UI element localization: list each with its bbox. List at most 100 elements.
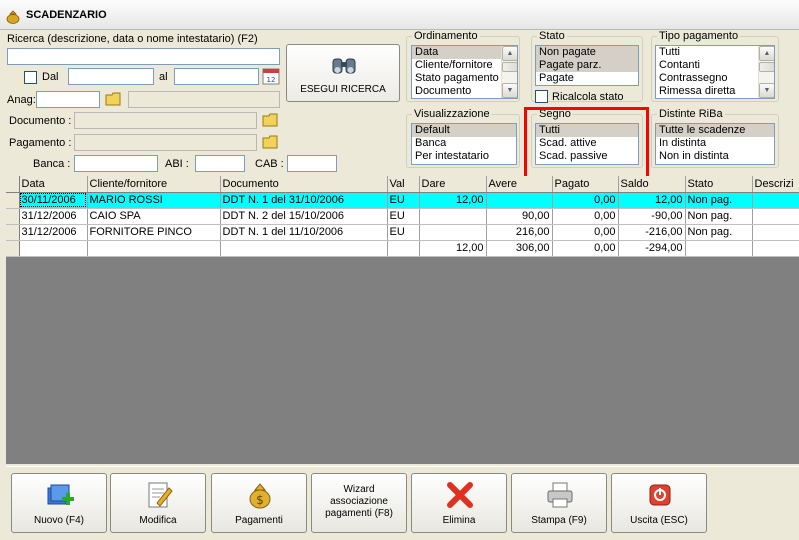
scroll-down-icon[interactable]: ▼ xyxy=(502,83,517,98)
scroll-up-icon[interactable]: ▲ xyxy=(502,46,517,61)
banca-input[interactable] xyxy=(74,155,158,172)
from-date-input[interactable] xyxy=(68,68,154,85)
date-range-checkbox[interactable] xyxy=(24,71,37,84)
search-input[interactable] xyxy=(7,48,280,65)
ordinamento-listbox[interactable]: Data Cliente/fornitore Stato pagamento D… xyxy=(411,45,518,99)
folder-icon[interactable] xyxy=(262,111,280,129)
abi-input[interactable] xyxy=(195,155,245,172)
column-header[interactable]: Stato xyxy=(685,176,753,193)
scroll-down-icon[interactable]: ▼ xyxy=(759,83,774,98)
modifica-button[interactable]: Modifica xyxy=(110,473,206,533)
row-indicator[interactable] xyxy=(6,208,20,225)
to-date-input[interactable] xyxy=(174,68,259,85)
column-header[interactable]: Val xyxy=(387,176,420,193)
stato-item[interactable]: Non pagate xyxy=(536,46,638,59)
cell-saldo[interactable]: -90,00 xyxy=(618,208,686,225)
scroll-thumb[interactable] xyxy=(759,62,774,72)
cell-valuta[interactable]: EU xyxy=(387,192,420,209)
distinte-riba-item[interactable]: Tutte le scadenze xyxy=(656,124,774,137)
cell-stato[interactable]: Non pag. xyxy=(685,224,753,241)
scroll-up-icon[interactable]: ▲ xyxy=(759,46,774,61)
cell-data[interactable]: 30/11/2006 xyxy=(19,192,88,209)
wizard-pagamenti-button[interactable]: Wizard associazione pagamenti (F8) xyxy=(311,473,407,533)
cell-pagato[interactable]: 0,00 xyxy=(552,192,619,209)
uscita-button[interactable]: Uscita (ESC) xyxy=(611,473,707,533)
cell-data[interactable]: 31/12/2006 xyxy=(19,208,88,225)
cell-avere[interactable]: 90,00 xyxy=(486,208,553,225)
cell-descrizione[interactable] xyxy=(752,208,799,225)
cell-avere[interactable]: 216,00 xyxy=(486,224,553,241)
ricalcola-stato-checkbox[interactable] xyxy=(535,90,548,103)
column-header[interactable]: Descrizi xyxy=(752,176,799,193)
stato-item[interactable]: Pagate xyxy=(536,72,638,85)
stato-item[interactable]: Pagate parz. xyxy=(536,59,638,72)
scadenze-grid[interactable]: Data Cliente/fornitore Documento Val Dar… xyxy=(6,176,799,464)
cell-documento[interactable]: DDT N. 1 del 31/10/2006 xyxy=(220,192,388,209)
banca-box[interactable] xyxy=(75,156,157,171)
cell-dare[interactable]: 12,00 xyxy=(419,192,487,209)
visualizzazione-item[interactable]: Banca xyxy=(412,137,516,150)
cell-pagato[interactable]: 0,00 xyxy=(552,224,619,241)
cell-pagato[interactable]: 0,00 xyxy=(552,208,619,225)
nuovo-button[interactable]: Nuovo (F4) xyxy=(11,473,107,533)
tipo-pagamento-item[interactable]: Rimessa diretta xyxy=(656,85,774,98)
cab-box[interactable] xyxy=(288,156,336,171)
cell-descrizione[interactable] xyxy=(752,224,799,241)
table-row[interactable]: 31/12/2006 CAIO SPA DDT N. 2 del 15/10/2… xyxy=(6,208,799,225)
stato-listbox[interactable]: Non pagate Pagate parz. Pagate xyxy=(535,45,639,86)
visualizzazione-item[interactable]: Default xyxy=(412,124,516,137)
search-input-box[interactable] xyxy=(8,49,279,64)
cell-data[interactable]: 31/12/2006 xyxy=(19,224,88,241)
execute-search-button[interactable]: ESEGUI RICERCA xyxy=(286,44,400,102)
cell-descrizione[interactable] xyxy=(752,192,799,209)
abi-box[interactable] xyxy=(196,156,244,171)
tipo-pagamento-item[interactable]: Tutti xyxy=(656,46,774,59)
cell-avere[interactable] xyxy=(486,192,553,209)
calendar-icon[interactable]: 12 xyxy=(262,67,280,85)
table-row[interactable]: 31/12/2006 FORNITORE PINCO DDT N. 1 del … xyxy=(6,224,799,241)
distinte-riba-item[interactable]: Non in distinta xyxy=(656,150,774,163)
cell-cliente[interactable]: CAIO SPA xyxy=(87,208,221,225)
visualizzazione-item[interactable]: Per intestatario xyxy=(412,150,516,163)
column-header[interactable]: Cliente/fornitore xyxy=(87,176,221,193)
column-header[interactable]: Documento xyxy=(220,176,388,193)
column-header[interactable]: Dare xyxy=(419,176,487,193)
elimina-button[interactable]: Elimina xyxy=(411,473,507,533)
cell-cliente[interactable]: FORNITORE PINCO xyxy=(87,224,221,241)
ordinamento-scrollbar[interactable]: ▲ ▼ xyxy=(501,46,517,98)
from-date-box[interactable] xyxy=(69,69,153,84)
tipo-pagamento-item[interactable]: Contanti xyxy=(656,59,774,72)
folder-icon[interactable] xyxy=(105,90,123,108)
cell-documento[interactable]: DDT N. 2 del 15/10/2006 xyxy=(220,208,388,225)
visualizzazione-listbox[interactable]: Default Banca Per intestatario xyxy=(411,123,517,165)
cab-input[interactable] xyxy=(287,155,337,172)
row-indicator[interactable] xyxy=(6,192,20,209)
cell-valuta[interactable]: EU xyxy=(387,224,420,241)
column-header[interactable]: Avere xyxy=(486,176,553,193)
tipo-pagamento-item[interactable]: Contrassegno xyxy=(656,72,774,85)
tipo-pagamento-listbox[interactable]: Tutti Contanti Contrassegno Rimessa dire… xyxy=(655,45,775,99)
folder-icon[interactable] xyxy=(262,133,280,151)
scroll-thumb[interactable] xyxy=(502,62,517,72)
cell-dare[interactable] xyxy=(419,208,487,225)
anag-code-input[interactable] xyxy=(36,91,100,108)
cell-saldo[interactable]: 12,00 xyxy=(618,192,686,209)
cell-saldo[interactable]: -216,00 xyxy=(618,224,686,241)
to-date-box[interactable] xyxy=(175,69,258,84)
stampa-button[interactable]: Stampa (F9) xyxy=(511,473,607,533)
tipo-pagamento-scrollbar[interactable]: ▲ ▼ xyxy=(758,46,774,98)
column-header[interactable]: Data xyxy=(19,176,88,193)
anag-code-box[interactable] xyxy=(37,92,99,107)
cell-valuta[interactable]: EU xyxy=(387,208,420,225)
pagamenti-button[interactable]: $ Pagamenti xyxy=(211,473,307,533)
column-header[interactable]: Pagato xyxy=(552,176,619,193)
table-row[interactable]: 30/11/2006 MARIO ROSSI DDT N. 1 del 31/1… xyxy=(6,192,799,209)
cell-dare[interactable] xyxy=(419,224,487,241)
row-indicator[interactable] xyxy=(6,224,20,241)
distinte-riba-listbox[interactable]: Tutte le scadenze In distinta Non in dis… xyxy=(655,123,775,165)
cell-cliente[interactable]: MARIO ROSSI xyxy=(87,192,221,209)
distinte-riba-item[interactable]: In distinta xyxy=(656,137,774,150)
column-header[interactable]: Saldo xyxy=(618,176,686,193)
cell-documento[interactable]: DDT N. 1 del 11/10/2006 xyxy=(220,224,388,241)
cell-stato[interactable]: Non pag. xyxy=(685,208,753,225)
